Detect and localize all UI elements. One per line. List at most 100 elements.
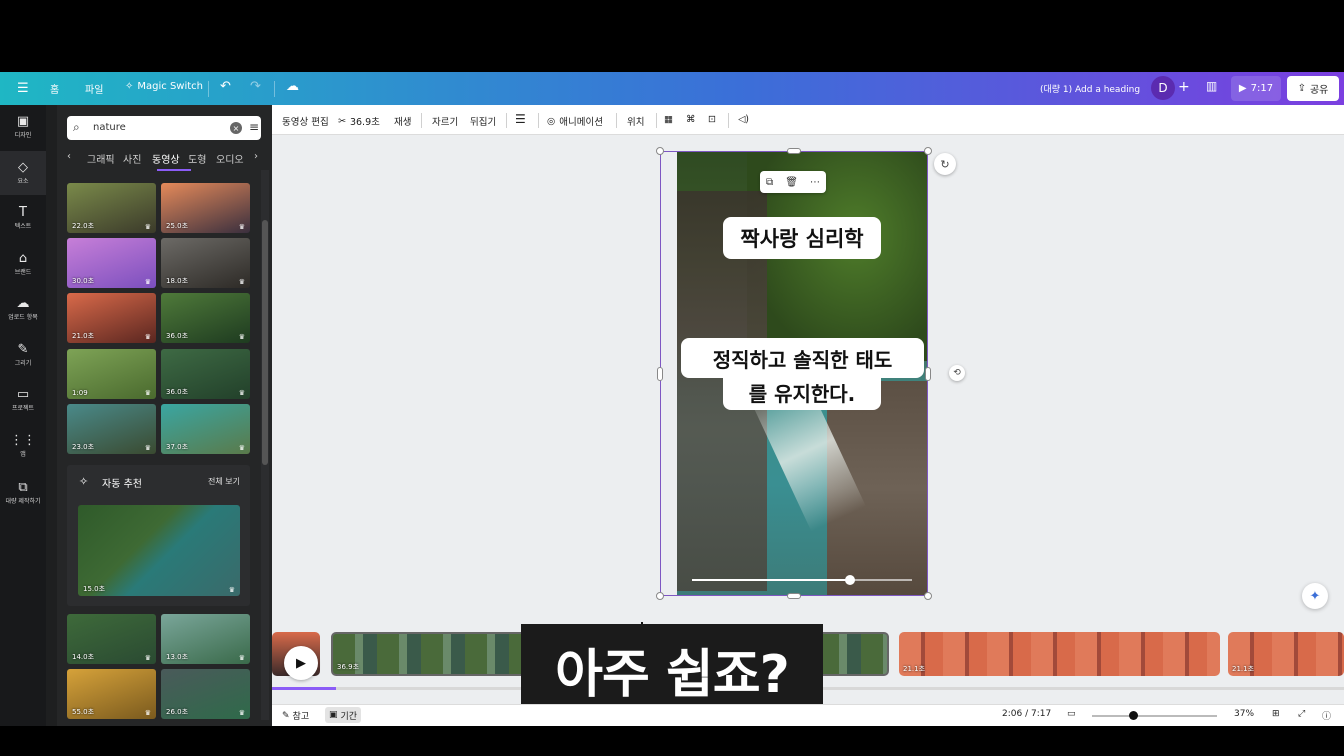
crown-icon: ♛ — [144, 278, 151, 286]
resize-handle[interactable] — [657, 367, 663, 381]
notes-button[interactable]: ✎ 참고 — [282, 709, 309, 723]
insights-chart-icon[interactable]: ▥ — [1206, 79, 1217, 93]
magic-assistant-icon[interactable]: ✦ — [1302, 583, 1328, 609]
tab-graphics[interactable]: 그래픽 — [87, 151, 115, 166]
body-text-line-2[interactable]: 를 유지한다. — [723, 375, 881, 410]
video-thumbnail[interactable]: 21.0초 ♛ — [67, 293, 156, 343]
more-icon[interactable]: ⋯ — [810, 177, 820, 188]
lock-icon[interactable]: ⊡ — [708, 114, 716, 125]
rail-item-7[interactable]: ⋮⋮ 앱 — [0, 424, 46, 468]
resize-handle[interactable] — [924, 592, 932, 600]
home-menu[interactable]: 홈 — [50, 81, 59, 96]
resize-handle[interactable] — [787, 593, 801, 599]
page-view-icon[interactable]: ▭ — [1067, 709, 1076, 719]
timeline-clip[interactable]: 21.1초 — [1228, 632, 1344, 676]
trash-icon[interactable]: 🗑 — [785, 177, 798, 188]
fullscreen-icon[interactable]: ⤢ — [1298, 709, 1305, 719]
toolbar-divider — [656, 113, 657, 128]
edit-video-button[interactable]: 동영상 편집 — [282, 114, 329, 128]
video-duration: 25.0초 — [166, 222, 189, 230]
search-input[interactable]: ⌕ nature × ≡ — [67, 116, 261, 140]
animation-label: 애니메이션 — [559, 117, 603, 128]
paint-roller-icon[interactable]: ⌘ — [686, 114, 696, 125]
cloud-save-icon[interactable]: ☁ — [286, 79, 299, 94]
zoom-level[interactable]: 37% — [1234, 709, 1254, 719]
video-thumbnail[interactable]: 13.0초 ♛ — [161, 614, 250, 664]
grid-view-icon[interactable]: ⊞ — [1272, 709, 1280, 719]
zoom-slider-knob[interactable] — [1129, 711, 1139, 720]
position-button[interactable]: 위치 — [627, 114, 644, 128]
video-thumbnail[interactable]: 30.0초 ♛ — [67, 238, 156, 288]
video-thumbnail[interactable]: 22.0초 ♛ — [67, 183, 156, 233]
border-style-icon[interactable]: ☰ — [515, 112, 526, 126]
duplicate-icon[interactable]: ⧉ — [766, 177, 773, 188]
duration-button[interactable]: ▣ 기간 — [325, 707, 362, 723]
resize-handle[interactable] — [924, 147, 932, 155]
resize-handle[interactable] — [656, 147, 664, 155]
rail-item-0[interactable]: ▣ 디자인 — [0, 105, 46, 149]
share-button[interactable]: ⇪ 공유 — [1287, 76, 1339, 101]
video-thumbnail[interactable]: 18.0초 ♛ — [161, 238, 250, 288]
crop-button[interactable]: 자르기 — [432, 114, 458, 128]
rail-item-1[interactable]: ◇ 요소 — [0, 151, 46, 195]
rail-item-2[interactable]: T 텍스트 — [0, 196, 46, 240]
file-menu[interactable]: 파일 — [85, 81, 103, 96]
video-thumbnail[interactable]: 25.0초 ♛ — [161, 183, 250, 233]
video-thumbnail[interactable]: 14.0초 ♛ — [67, 614, 156, 664]
filter-icon[interactable]: ≡ — [249, 120, 259, 134]
transparency-icon[interactable]: ▦ — [664, 114, 673, 125]
zoom-slider-track[interactable] — [1092, 715, 1217, 717]
refresh-icon[interactable]: ↻ — [934, 153, 956, 175]
add-collaborator-icon[interactable]: + — [1178, 79, 1190, 95]
resize-handle[interactable] — [925, 367, 931, 381]
video-thumbnail[interactable]: 1:09 ♛ — [67, 349, 156, 399]
panel-scroll-thumb[interactable] — [262, 220, 268, 465]
rotate-icon[interactable]: ⟲ — [949, 365, 965, 381]
toolbar-divider — [728, 113, 729, 128]
rail-item-5[interactable]: ✎ 그리기 — [0, 333, 46, 377]
trim-button[interactable]: ✂ 36.9초 — [338, 114, 380, 129]
rail-item-8[interactable]: ⧉ 대량 제작하기 — [0, 471, 46, 515]
animation-button[interactable]: ◎ 애니메이션 — [547, 114, 603, 129]
video-thumbnail[interactable]: 36.0초 ♛ — [161, 293, 250, 343]
avatar[interactable]: D — [1151, 76, 1175, 100]
resize-handle[interactable] — [787, 148, 801, 154]
video-thumbnail[interactable]: 37.0초 ♛ — [161, 404, 250, 454]
see-all-link[interactable]: 전체 보기 — [208, 476, 240, 487]
tab-photos[interactable]: 사진 — [123, 151, 141, 166]
menu-icon[interactable]: ☰ — [17, 81, 29, 96]
undo-icon[interactable]: ↶ — [220, 79, 231, 94]
tab-videos[interactable]: 동영상 — [152, 151, 180, 166]
clip-duration: 36.9초 — [337, 663, 360, 671]
body-text-line-1[interactable]: 정직하고 솔직한 태도 — [681, 338, 924, 378]
clear-search-icon[interactable]: × — [230, 122, 242, 134]
magic-switch-button[interactable]: ✧ Magic Switch — [125, 81, 203, 92]
design-title[interactable]: (대량 1) Add a heading — [1040, 82, 1140, 95]
playback-button[interactable]: 재생 — [394, 114, 411, 128]
resize-handle[interactable] — [656, 592, 664, 600]
rail-item-4[interactable]: ☁ 업로드 항목 — [0, 287, 46, 331]
redo-icon[interactable]: ↷ — [250, 79, 261, 94]
rail-label: 요소 — [17, 178, 29, 185]
rail-item-3[interactable]: ⌂ 브랜드 — [0, 242, 46, 286]
tabs-right-chevron-icon[interactable]: › — [254, 151, 258, 162]
timeline-clip[interactable]: 21.1초 — [899, 632, 1220, 676]
flip-button[interactable]: 뒤집기 — [470, 114, 496, 128]
video-duration: 36.0초 — [166, 332, 189, 340]
video-thumbnail[interactable]: 55.0초 ♛ — [67, 669, 156, 719]
video-thumbnail[interactable]: 23.0초 ♛ — [67, 404, 156, 454]
video-thumbnail[interactable]: 15.0초 ♛ — [78, 505, 240, 596]
rail-item-6[interactable]: ▭ 프로젝트 — [0, 378, 46, 422]
video-thumbnail[interactable]: 26.0초 ♛ — [161, 669, 250, 719]
video-duration: 13.0초 — [166, 653, 189, 661]
volume-icon[interactable]: ◁) — [738, 114, 749, 125]
left-rail: ▣ 디자인 ◇ 요소 T 텍스트 ⌂ 브랜드 ☁ 업로드 항목 ✎ 그리기 ▭ 프로젝트 ⋮⋮ 앱 ⧉ 대량 제작… — [0, 105, 46, 726]
tab-audio[interactable]: 오디오 — [216, 151, 244, 166]
present-button[interactable]: ▶ 7:17 — [1231, 76, 1281, 101]
video-thumbnail[interactable]: 36.0초 ♛ — [161, 349, 250, 399]
tabs-left-chevron-icon[interactable]: ‹ — [67, 151, 71, 162]
tab-shapes[interactable]: 도형 — [188, 151, 206, 166]
timeline-play-button[interactable]: ▶ — [284, 646, 318, 680]
help-icon[interactable]: ⓘ — [1322, 709, 1331, 722]
heading-text[interactable]: 짝사랑 심리학 — [723, 217, 881, 259]
